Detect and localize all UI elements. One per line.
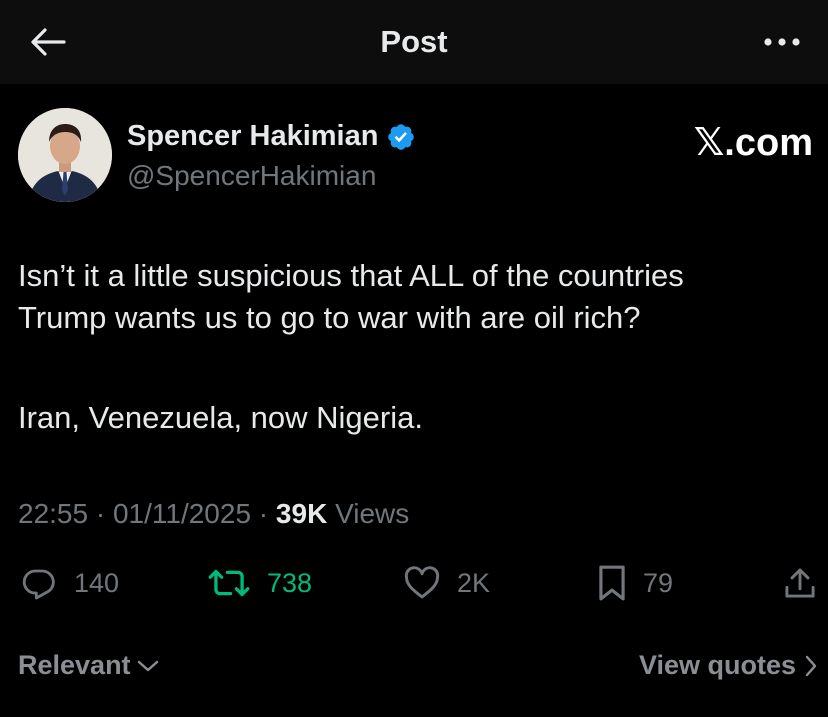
author-handle[interactable]: @SpencerHakimian	[127, 160, 376, 192]
avatar[interactable]	[18, 108, 112, 202]
share-button[interactable]	[784, 562, 816, 604]
tweet-text: Isn’t it a little suspicious that ALL of…	[18, 255, 818, 439]
tweet-time: 22:55	[18, 498, 89, 529]
page-title: Post	[380, 24, 448, 59]
meta-separator: ·	[88, 498, 113, 529]
top-bar: Post	[0, 0, 828, 84]
avatar-image	[18, 108, 112, 202]
views-label: Views	[327, 498, 410, 529]
tweet-line: Trump wants us to go to war with are oil…	[18, 300, 641, 335]
reply-icon	[22, 569, 55, 600]
chevron-right-icon	[805, 655, 817, 676]
brand-watermark: 𝕏.com	[693, 122, 813, 164]
author-name-row[interactable]: Spencer Hakimian	[127, 120, 416, 153]
heart-icon	[404, 566, 440, 599]
more-options-button[interactable]	[762, 26, 802, 58]
bookmark-count: 79	[643, 567, 674, 598]
bookmark-icon	[599, 565, 625, 601]
bookmark-button[interactable]: 79	[597, 562, 673, 604]
verified-badge-icon	[388, 123, 415, 150]
meta-separator: ·	[251, 498, 276, 529]
post-page: Post Spencer Hakimian @SpencerHakimian 𝕏…	[0, 0, 828, 717]
tweet-line: Iran, Venezuela, now Nigeria.	[18, 400, 423, 435]
sort-label: Relevant	[18, 650, 131, 680]
chevron-down-icon	[137, 660, 158, 671]
view-quotes-label: View quotes	[638, 650, 796, 680]
tweet-date: 01/11/2025	[112, 498, 252, 529]
retweet-icon	[208, 569, 250, 597]
retweet-button[interactable]: 738	[207, 562, 312, 604]
tweet-line: Isn’t it a little suspicious that ALL of…	[18, 258, 684, 293]
views-count[interactable]: 39K	[276, 498, 327, 529]
like-count: 2K	[457, 567, 491, 598]
more-horizontal-icon	[764, 38, 800, 46]
reply-button[interactable]: 140	[20, 562, 119, 604]
author-name[interactable]: Spencer Hakimian	[127, 120, 378, 153]
retweet-count: 738	[267, 567, 313, 598]
like-button[interactable]: 2K	[403, 562, 490, 604]
reply-count: 140	[74, 567, 120, 598]
view-quotes-link[interactable]: View quotes	[639, 650, 818, 681]
tweet-meta: 22:55 · 01/11/2025 · 39K Views	[18, 498, 409, 530]
sort-dropdown[interactable]: Relevant	[18, 650, 159, 681]
share-icon	[785, 568, 815, 598]
